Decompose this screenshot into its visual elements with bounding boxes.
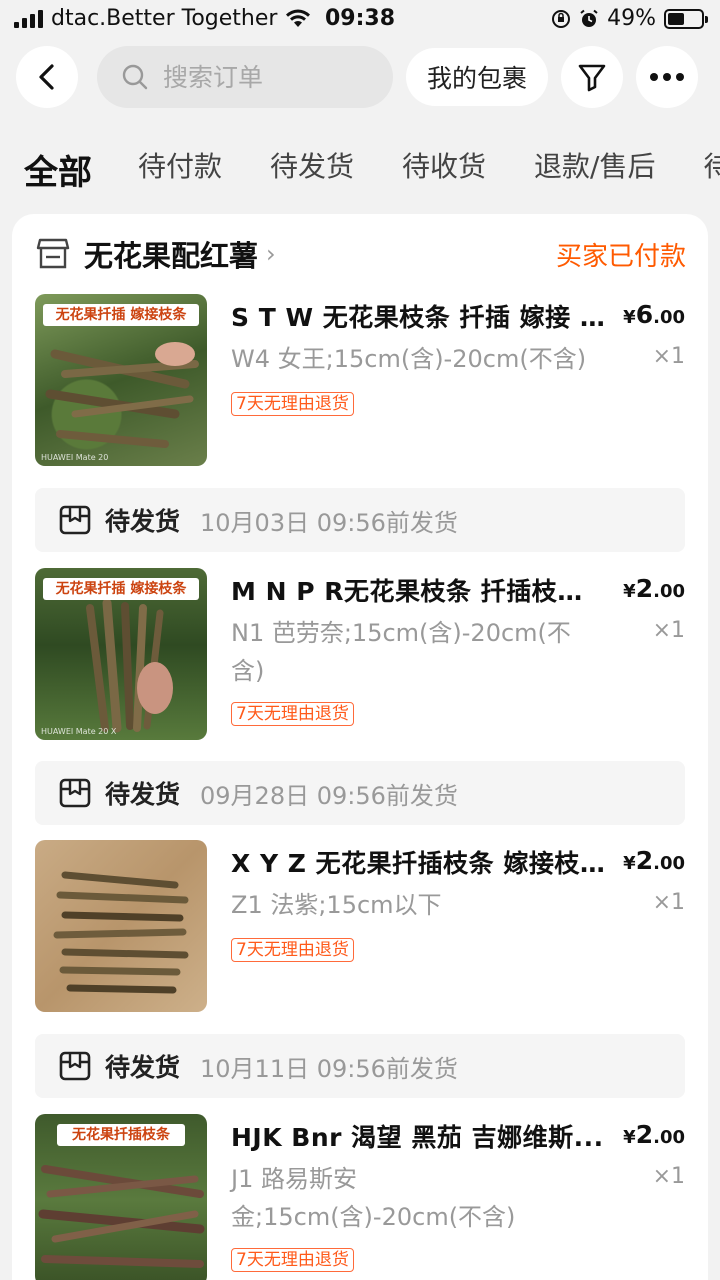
battery-percent: 49% bbox=[607, 6, 656, 31]
product-image[interactable]: 无花果扦插枝条 bbox=[35, 1114, 207, 1280]
search-icon bbox=[122, 64, 148, 90]
price-integer: 2 bbox=[635, 1120, 654, 1149]
shipping-row[interactable]: 待发货 09月28日 09:56前发货 bbox=[35, 761, 685, 825]
status-right: 49% bbox=[551, 6, 708, 31]
product-price: ¥2.00 bbox=[623, 846, 685, 875]
product-qty: ×1 bbox=[652, 890, 685, 915]
return-policy-tag: 7天无理由退货 bbox=[231, 702, 354, 726]
product-qty: ×1 bbox=[652, 344, 685, 369]
price-decimal: .00 bbox=[653, 581, 685, 602]
product-spec: Z1 法紫;15cm以下 bbox=[231, 891, 442, 919]
price-integer: 6 bbox=[635, 300, 654, 329]
price-integer: 2 bbox=[635, 574, 654, 603]
currency-symbol: ¥ bbox=[623, 1127, 636, 1148]
package-icon bbox=[59, 1051, 91, 1081]
image-banner: 无花果扦插 嫁接枝条 bbox=[43, 578, 199, 600]
price-decimal: .00 bbox=[653, 1127, 685, 1148]
shop-name[interactable]: 无花果配红薯 bbox=[84, 233, 258, 275]
shipping-status: 待发货 bbox=[105, 507, 181, 536]
status-bar: dtac.Better Together 09:38 49% bbox=[0, 0, 720, 40]
product-title[interactable]: S T W 无花果枝条 扦插 嫁接 ... bbox=[231, 298, 605, 334]
more-icon bbox=[650, 73, 684, 81]
return-policy-tag: 7天无理由退货 bbox=[231, 392, 354, 416]
price-decimal: .00 bbox=[653, 853, 685, 874]
order-card: 无花果配红薯 › 买家已付款 无花果扦插 嫁接枝条 HUAWEI Mate 20… bbox=[12, 214, 708, 1280]
currency-symbol: ¥ bbox=[623, 853, 636, 874]
product-image[interactable]: 无花果扦插 嫁接枝条 HUAWEI Mate 20 X bbox=[35, 568, 207, 740]
product-item[interactable]: X Y Z 无花果扦插枝条 嫁接枝... ¥2.00 Z1 法紫;15cm以下 … bbox=[35, 840, 685, 1012]
filter-button[interactable] bbox=[561, 46, 623, 108]
shipping-row[interactable]: 待发货 10月11日 09:56前发货 bbox=[35, 1034, 685, 1098]
product-item[interactable]: 无花果扦插 嫁接枝条 HUAWEI Mate 20 X M N P R无花果枝条… bbox=[35, 568, 685, 740]
back-button[interactable] bbox=[16, 46, 78, 108]
return-policy-tag: 7天无理由退货 bbox=[231, 1248, 354, 1272]
product-qty: ×1 bbox=[652, 1164, 685, 1189]
tab-pending-shipment[interactable]: 待发货 bbox=[270, 145, 354, 195]
orientation-lock-icon bbox=[552, 9, 571, 28]
image-banner: 无花果扦插枝条 bbox=[57, 1124, 185, 1146]
product-image[interactable]: 无花果扦插 嫁接枝条 HUAWEI Mate 20 bbox=[35, 294, 207, 466]
back-icon bbox=[39, 64, 54, 90]
header: 我的包裹 bbox=[0, 44, 720, 110]
shipping-status: 待发货 bbox=[105, 780, 181, 809]
shipping-status: 待发货 bbox=[105, 1053, 181, 1082]
alarm-icon bbox=[580, 9, 598, 27]
shop-icon bbox=[36, 238, 70, 269]
product-spec: W4 女王;15cm(含)-20cm(不含) bbox=[231, 345, 587, 373]
more-button[interactable] bbox=[636, 46, 698, 108]
price-integer: 2 bbox=[635, 846, 654, 875]
product-price: ¥2.00 bbox=[623, 574, 685, 603]
battery-icon bbox=[664, 8, 708, 29]
shipping-deadline: 10月11日 09:56前发货 bbox=[200, 1054, 458, 1083]
tab-pending-review[interactable]: 待 bbox=[703, 145, 720, 195]
search-bar[interactable] bbox=[97, 46, 393, 108]
product-image[interactable] bbox=[35, 840, 207, 1012]
watermark: HUAWEI Mate 20 bbox=[41, 453, 109, 462]
filter-icon bbox=[578, 64, 606, 92]
shipping-deadline: 09月28日 09:56前发货 bbox=[200, 781, 458, 810]
package-icon bbox=[59, 778, 91, 808]
tab-all[interactable]: 全部 bbox=[24, 145, 92, 195]
product-price: ¥6.00 bbox=[623, 300, 685, 329]
product-title[interactable]: M N P R无花果枝条 扦插枝条... bbox=[231, 572, 605, 608]
return-policy-tag: 7天无理由退货 bbox=[231, 938, 354, 962]
my-package-button[interactable]: 我的包裹 bbox=[406, 48, 548, 106]
package-icon bbox=[59, 505, 91, 535]
product-spec: J1 路易斯安金;15cm(含)-20cm(不含) bbox=[231, 1165, 516, 1231]
product-price: ¥2.00 bbox=[623, 1120, 685, 1149]
branches-graphic bbox=[53, 871, 189, 994]
shipping-row[interactable]: 待发货 10月03日 09:56前发货 bbox=[35, 488, 685, 552]
product-spec: N1 芭劳奈;15cm(含)-20cm(不含) bbox=[231, 619, 571, 685]
image-banner: 无花果扦插 嫁接枝条 bbox=[43, 304, 199, 326]
product-title[interactable]: HJK Bnr 渴望 黑茄 吉娜维斯... bbox=[231, 1118, 605, 1154]
product-qty: ×1 bbox=[652, 618, 685, 643]
tab-pending-payment[interactable]: 待付款 bbox=[138, 145, 222, 195]
tab-pending-receipt[interactable]: 待收货 bbox=[402, 145, 486, 195]
product-item[interactable]: 无花果扦插枝条 HJK Bnr 渴望 黑茄 吉娜维斯... ¥2.00 J1 路… bbox=[35, 1114, 685, 1280]
order-status: 买家已付款 bbox=[555, 242, 686, 272]
currency-symbol: ¥ bbox=[623, 307, 636, 328]
order-tabs: 全部 待付款 待发货 待收货 退款/售后 待 bbox=[24, 145, 720, 195]
product-title[interactable]: X Y Z 无花果扦插枝条 嫁接枝... bbox=[231, 844, 605, 880]
chevron-right-icon: › bbox=[266, 240, 276, 268]
watermark: HUAWEI Mate 20 X bbox=[41, 727, 117, 736]
shop-header[interactable]: 无花果配红薯 › 买家已付款 bbox=[36, 234, 686, 274]
currency-symbol: ¥ bbox=[623, 581, 636, 602]
tab-refund[interactable]: 退款/售后 bbox=[534, 145, 655, 195]
shipping-deadline: 10月03日 09:56前发货 bbox=[200, 508, 458, 537]
product-item[interactable]: 无花果扦插 嫁接枝条 HUAWEI Mate 20 S T W 无花果枝条 扦插… bbox=[35, 294, 685, 466]
search-input[interactable] bbox=[163, 62, 363, 92]
price-decimal: .00 bbox=[653, 307, 685, 328]
